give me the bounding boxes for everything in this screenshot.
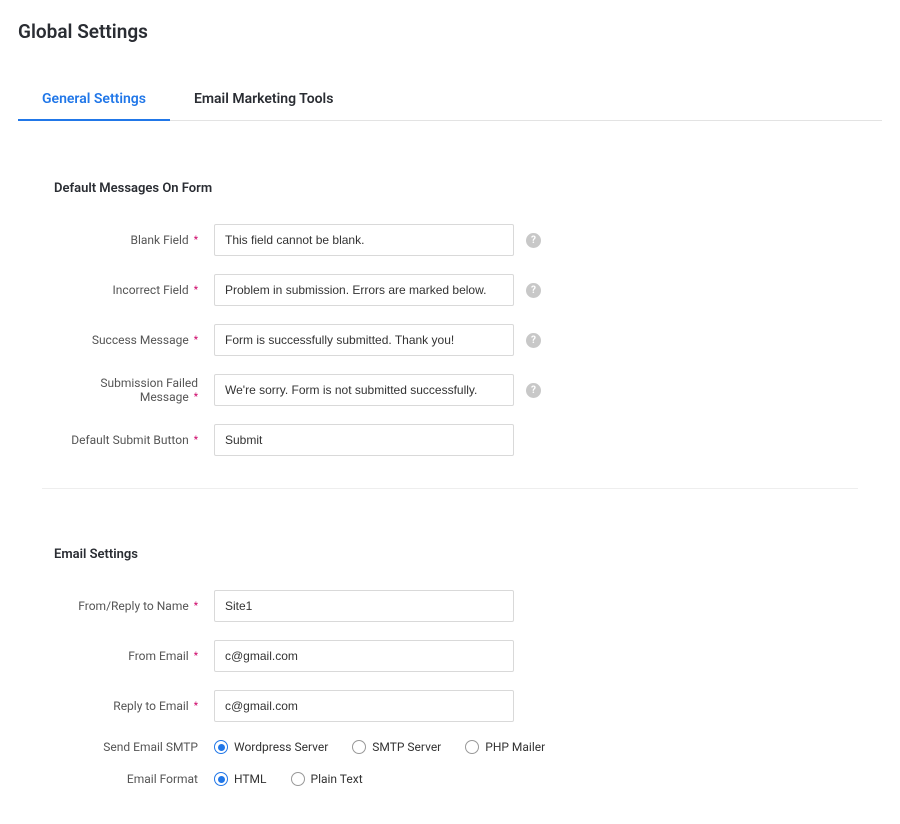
page-title: Global Settings	[18, 20, 882, 43]
smtp-option-smtp-server[interactable]: SMTP Server	[352, 740, 441, 754]
submission-failed-label: Submission Failed Message *	[54, 376, 202, 404]
radio-label: SMTP Server	[372, 740, 441, 754]
tab-email-marketing-tools[interactable]: Email Marketing Tools	[170, 81, 357, 121]
format-option-html[interactable]: HTML	[214, 772, 267, 786]
smtp-option-wordpress[interactable]: Wordpress Server	[214, 740, 328, 754]
default-submit-input[interactable]	[214, 424, 514, 456]
radio-checked-icon	[214, 740, 228, 754]
smtp-radio-group: Wordpress Server SMTP Server PHP Mailer	[214, 740, 545, 754]
incorrect-field-row: Incorrect Field * ?	[54, 274, 846, 306]
help-icon[interactable]: ?	[526, 233, 541, 248]
help-icon[interactable]: ?	[526, 283, 541, 298]
success-message-label: Success Message *	[54, 333, 202, 347]
from-name-input[interactable]	[214, 590, 514, 622]
submission-failed-row: Submission Failed Message * ?	[54, 374, 846, 406]
section-divider	[42, 488, 858, 489]
success-message-input[interactable]	[214, 324, 514, 356]
format-radio-group: HTML Plain Text	[214, 772, 363, 786]
incorrect-field-input[interactable]	[214, 274, 514, 306]
from-name-row: From/Reply to Name *	[54, 590, 846, 622]
radio-label: Wordpress Server	[234, 740, 328, 754]
blank-field-input[interactable]	[214, 224, 514, 256]
messages-section: Default Messages On Form Blank Field * ?…	[18, 181, 882, 456]
radio-label: HTML	[234, 772, 267, 786]
radio-label: Plain Text	[311, 772, 363, 786]
reply-email-input[interactable]	[214, 690, 514, 722]
radio-label: PHP Mailer	[485, 740, 545, 754]
tabs: General Settings Email Marketing Tools	[18, 81, 882, 121]
format-row: Email Format HTML Plain Text	[54, 772, 846, 786]
from-name-label: From/Reply to Name *	[54, 599, 202, 613]
email-section: Email Settings From/Reply to Name * From…	[18, 547, 882, 786]
default-submit-row: Default Submit Button *	[54, 424, 846, 456]
radio-icon	[465, 740, 479, 754]
from-email-input[interactable]	[214, 640, 514, 672]
incorrect-field-label: Incorrect Field *	[54, 283, 202, 297]
smtp-label: Send Email SMTP	[54, 740, 202, 754]
tab-general-settings[interactable]: General Settings	[18, 81, 170, 121]
default-submit-label: Default Submit Button *	[54, 433, 202, 447]
blank-field-label: Blank Field *	[54, 233, 202, 247]
format-label: Email Format	[54, 772, 202, 786]
from-email-row: From Email *	[54, 640, 846, 672]
radio-icon	[352, 740, 366, 754]
radio-icon	[291, 772, 305, 786]
help-icon[interactable]: ?	[526, 333, 541, 348]
success-message-row: Success Message * ?	[54, 324, 846, 356]
email-section-title: Email Settings	[54, 547, 846, 562]
smtp-row: Send Email SMTP Wordpress Server SMTP Se…	[54, 740, 846, 754]
reply-email-label: Reply to Email *	[54, 699, 202, 713]
from-email-label: From Email *	[54, 649, 202, 663]
messages-section-title: Default Messages On Form	[54, 181, 846, 196]
help-icon[interactable]: ?	[526, 383, 541, 398]
radio-checked-icon	[214, 772, 228, 786]
blank-field-row: Blank Field * ?	[54, 224, 846, 256]
reply-email-row: Reply to Email *	[54, 690, 846, 722]
submission-failed-input[interactable]	[214, 374, 514, 406]
smtp-option-php-mailer[interactable]: PHP Mailer	[465, 740, 545, 754]
format-option-plain-text[interactable]: Plain Text	[291, 772, 363, 786]
